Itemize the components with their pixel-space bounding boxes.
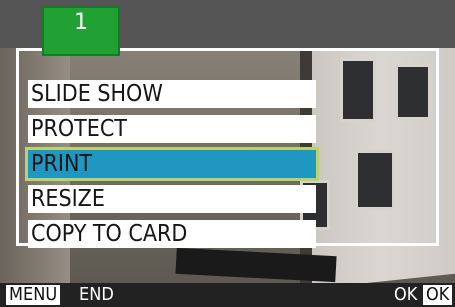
ok-key[interactable]: OK [423,285,453,305]
playback-menu: SLIDE SHOW PROTECT PRINT RESIZE COPY TO … [25,80,319,255]
menu-item-print[interactable]: PRINT [25,147,319,181]
menu-item-copy-to-card[interactable]: COPY TO CARD [28,220,316,248]
menu-item-resize[interactable]: RESIZE [28,185,316,213]
bottom-bar: MENU END OK OK [0,283,455,307]
menu-item-protect[interactable]: PROTECT [28,115,316,143]
ok-label: OK [394,284,418,305]
menu-key[interactable]: MENU [6,285,61,305]
menu-item-slide-show[interactable]: SLIDE SHOW [28,80,316,108]
camera-screen: 1 SLIDE SHOW PROTECT PRINT RESIZE COPY T… [0,0,455,307]
end-label: END [79,284,114,305]
menu-tab-1[interactable]: 1 [42,6,120,56]
